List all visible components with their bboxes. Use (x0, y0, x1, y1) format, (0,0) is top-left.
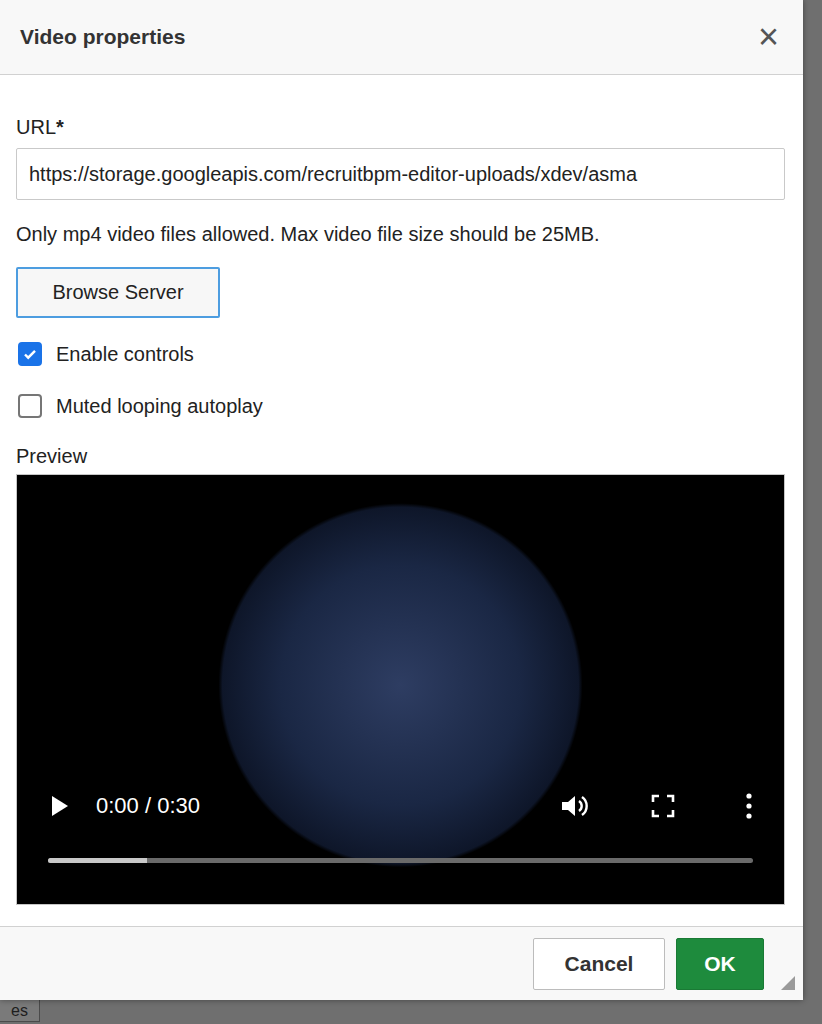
video-time: 0:00 / 0:30 (96, 793, 559, 819)
play-icon (48, 794, 70, 818)
url-input[interactable] (16, 148, 785, 200)
progress-bar[interactable] (48, 858, 753, 863)
video-properties-dialog: Video properties × URL* Only mp4 video file… (0, 0, 803, 1000)
options: Enable controls Muted looping autoplay (16, 340, 785, 420)
video-controls: 0:00 / 0:30 (48, 786, 753, 826)
checkbox[interactable] (18, 342, 42, 366)
background-page: es (0, 1000, 822, 1024)
more-icon (745, 792, 753, 820)
buffered-fill (48, 858, 147, 863)
fullscreen-icon (651, 794, 675, 818)
close-button[interactable]: × (758, 19, 779, 55)
volume-button[interactable] (559, 792, 589, 820)
checkbox[interactable] (18, 394, 42, 418)
check-icon (22, 346, 38, 362)
dialog-body: URL* Only mp4 video files allowed. Max vi… (0, 75, 803, 926)
cancel-button[interactable]: Cancel (533, 938, 665, 990)
checkbox-label: Muted looping autoplay (56, 395, 263, 418)
dialog-header: Video properties × (0, 0, 803, 75)
volume-icon (559, 792, 589, 820)
background-button: es (0, 1000, 40, 1022)
checkbox-option[interactable]: Enable controls (16, 340, 785, 368)
resize-grip-icon[interactable] (781, 976, 795, 990)
page: Video properties × URL* Only mp4 video file… (0, 0, 822, 1024)
play-button[interactable] (48, 794, 70, 818)
dialog-footer: CancelOK (0, 926, 803, 1000)
browse-server-button[interactable]: Browse Server (16, 267, 220, 318)
checkbox-label: Enable controls (56, 343, 194, 366)
required-mark: * (56, 116, 64, 138)
checkbox-option[interactable]: Muted looping autoplay (16, 392, 785, 420)
file-hint: Only mp4 video files allowed. Max video … (16, 222, 785, 246)
dialog-title: Video properties (20, 25, 185, 49)
ok-button[interactable]: OK (676, 938, 764, 990)
more-button[interactable] (745, 792, 753, 820)
fullscreen-button[interactable] (651, 794, 675, 818)
video-preview[interactable]: 0:00 / 0:30 (16, 474, 785, 905)
preview-label: Preview (16, 444, 785, 468)
url-label: URL* (16, 115, 785, 139)
